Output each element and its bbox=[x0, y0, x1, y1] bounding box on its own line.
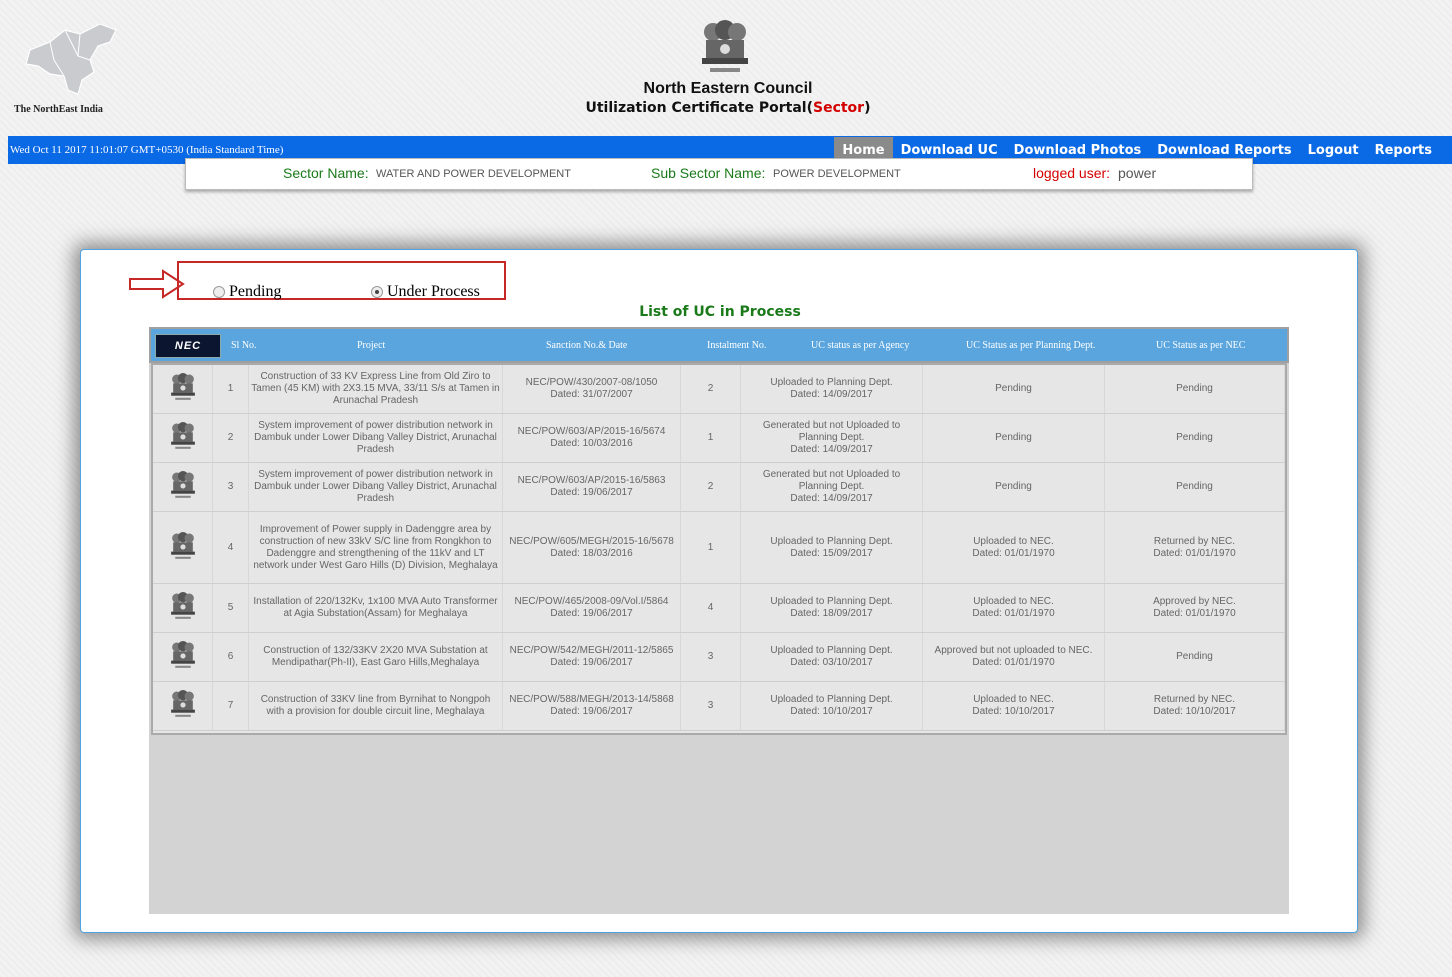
col-project: Project bbox=[357, 340, 386, 351]
cell-planning: Uploaded to NEC. Dated: 01/01/1970 bbox=[923, 584, 1105, 632]
cell-planning: Pending bbox=[923, 463, 1105, 511]
cell-planning: Pending bbox=[923, 365, 1105, 413]
radio-under-process[interactable]: Under Process bbox=[371, 283, 480, 301]
cell-sl: 1 bbox=[213, 365, 249, 413]
cell-nec: Returned by NEC. Dated: 01/01/1970 bbox=[1105, 512, 1285, 583]
col-agency-status: UC status as per Agency bbox=[811, 340, 910, 351]
subsector-label: Sub Sector Name: bbox=[651, 165, 766, 181]
cell-project: System improvement of power distribution… bbox=[249, 414, 503, 462]
cell-sanction: NEC/POW/542/MEGH/2011-12/5865 Dated: 19/… bbox=[503, 633, 681, 681]
row-emblem-icon bbox=[153, 365, 213, 413]
cell-sl: 2 bbox=[213, 414, 249, 462]
cell-nec: Returned by NEC. Dated: 10/10/2017 bbox=[1105, 682, 1285, 730]
cell-planning: Uploaded to NEC. Dated: 10/10/2017 bbox=[923, 682, 1105, 730]
subsector-value: POWER DEVELOPMENT bbox=[773, 168, 901, 180]
col-instalment: Instalment No. bbox=[707, 340, 767, 351]
page-title: North Eastern Council bbox=[643, 80, 813, 97]
national-emblem-icon bbox=[702, 20, 748, 72]
radio-under-process-input[interactable] bbox=[371, 286, 383, 298]
cell-sanction: NEC/POW/430/2007-08/1050 Dated: 31/07/20… bbox=[503, 365, 681, 413]
table-body: 1 Construction of 33 KV Express Line from… bbox=[151, 363, 1287, 735]
cell-project: Improvement of Power supply in Dadenggre… bbox=[249, 512, 503, 583]
table-row: 6 Construction of 132/33KV 2X20 MVA Subst… bbox=[153, 633, 1285, 682]
table-row: 7 Construction of 33KV line from Byrnihat… bbox=[153, 682, 1285, 731]
row-emblem-icon bbox=[153, 682, 213, 730]
uc-table: NEC Sl No. Project Sanction No.& Date In… bbox=[149, 327, 1289, 914]
col-sanction: Sanction No.& Date bbox=[546, 340, 628, 351]
cell-agency: Uploaded to Planning Dept. Dated: 14/09/… bbox=[741, 365, 923, 413]
cell-agency: Uploaded to Planning Dept. Dated: 03/10/… bbox=[741, 633, 923, 681]
radio-pending[interactable]: Pending bbox=[213, 283, 281, 301]
northeast-logo: The NorthEast India bbox=[12, 20, 122, 120]
cell-instalment: 3 bbox=[681, 682, 741, 730]
cell-planning: Approved but not uploaded to NEC. Dated:… bbox=[923, 633, 1105, 681]
cell-project: Construction of 33KV line from Byrnihat … bbox=[249, 682, 503, 730]
cell-sanction: NEC/POW/605/MEGH/2015-16/5678 Dated: 18/… bbox=[503, 512, 681, 583]
cell-sl: 6 bbox=[213, 633, 249, 681]
table-row: 4 Improvement of Power supply in Dadenggr… bbox=[153, 512, 1285, 584]
cell-agency: Uploaded to Planning Dept. Dated: 15/09/… bbox=[741, 512, 923, 583]
cell-project: Construction of 33 KV Express Line from … bbox=[249, 365, 503, 413]
sector-label: Sector Name: bbox=[283, 165, 369, 181]
row-emblem-icon bbox=[153, 584, 213, 632]
row-emblem-icon bbox=[153, 512, 213, 583]
cell-sl: 4 bbox=[213, 512, 249, 583]
sector-info-bar: Sector Name: WATER AND POWER DEVELOPMENT… bbox=[185, 158, 1253, 190]
cell-sanction: NEC/POW/603/AP/2015-16/5674 Dated: 10/03… bbox=[503, 414, 681, 462]
cell-project: Installation of 220/132Kv, 1x100 MVA Aut… bbox=[249, 584, 503, 632]
cell-planning: Uploaded to NEC. Dated: 01/01/1970 bbox=[923, 512, 1105, 583]
logo-caption: The NorthEast India bbox=[14, 104, 103, 115]
cell-agency: Generated but not Uploaded to Planning D… bbox=[741, 414, 923, 462]
cell-sl: 7 bbox=[213, 682, 249, 730]
datetime-display: Wed Oct 11 2017 11:01:07 GMT+0530 (India… bbox=[10, 144, 284, 156]
table-header: NEC Sl No. Project Sanction No.& Date In… bbox=[149, 327, 1289, 363]
cell-instalment: 3 bbox=[681, 633, 741, 681]
table-row: 5 Installation of 220/132Kv, 1x100 MVA Au… bbox=[153, 584, 1285, 633]
cell-instalment: 4 bbox=[681, 584, 741, 632]
cell-sanction: NEC/POW/603/AP/2015-16/5863 Dated: 19/06… bbox=[503, 463, 681, 511]
col-sl-no: Sl No. bbox=[231, 340, 257, 351]
col-nec-status: UC Status as per NEC bbox=[1156, 340, 1246, 351]
cell-sanction: NEC/POW/465/2008-09/Vol.I/5864 Dated: 19… bbox=[503, 584, 681, 632]
nav-reports[interactable]: Reports bbox=[1367, 137, 1440, 164]
list-title: List of UC in Process bbox=[639, 304, 801, 320]
cell-agency: Uploaded to Planning Dept. Dated: 18/09/… bbox=[741, 584, 923, 632]
cell-nec: Pending bbox=[1105, 414, 1285, 462]
radio-pending-input[interactable] bbox=[213, 286, 225, 298]
row-emblem-icon bbox=[153, 414, 213, 462]
cell-sanction: NEC/POW/588/MEGH/2013-14/5868 Dated: 19/… bbox=[503, 682, 681, 730]
user-value: power bbox=[1118, 165, 1157, 181]
cell-instalment: 2 bbox=[681, 365, 741, 413]
cell-instalment: 1 bbox=[681, 512, 741, 583]
cell-sl: 5 bbox=[213, 584, 249, 632]
cell-planning: Pending bbox=[923, 414, 1105, 462]
northeast-map-icon bbox=[25, 23, 117, 95]
page-subtitle: Utilization Certificate Portal(Sector) bbox=[585, 100, 871, 116]
cell-project: Construction of 132/33KV 2X20 MVA Substa… bbox=[249, 633, 503, 681]
table-row: 1 Construction of 33 KV Express Line from… bbox=[153, 365, 1285, 414]
table-row: 3 System improvement of power distributio… bbox=[153, 463, 1285, 512]
cell-project: System improvement of power distribution… bbox=[249, 463, 503, 511]
radio-pending-label: Pending bbox=[229, 283, 282, 300]
cell-nec: Pending bbox=[1105, 633, 1285, 681]
cell-agency: Generated but not Uploaded to Planning D… bbox=[741, 463, 923, 511]
radio-under-process-label: Under Process bbox=[387, 283, 480, 300]
header: The NorthEast India North Eastern Counci… bbox=[8, 6, 1452, 136]
cell-instalment: 1 bbox=[681, 414, 741, 462]
sector-value: WATER AND POWER DEVELOPMENT bbox=[376, 168, 571, 180]
cell-nec: Pending bbox=[1105, 463, 1285, 511]
cell-instalment: 2 bbox=[681, 463, 741, 511]
nec-logo: NEC bbox=[155, 334, 221, 358]
table-row: 2 System improvement of power distributio… bbox=[153, 414, 1285, 463]
nav-logout[interactable]: Logout bbox=[1300, 137, 1367, 164]
cell-nec: Pending bbox=[1105, 365, 1285, 413]
cell-sl: 3 bbox=[213, 463, 249, 511]
cell-nec: Approved by NEC. Dated: 01/01/1970 bbox=[1105, 584, 1285, 632]
col-planning-status: UC Status as per Planning Dept. bbox=[966, 340, 1096, 351]
row-emblem-icon bbox=[153, 633, 213, 681]
user-label: logged user: bbox=[1033, 165, 1111, 181]
cell-agency: Uploaded to Planning Dept. Dated: 10/10/… bbox=[741, 682, 923, 730]
row-emblem-icon bbox=[153, 463, 213, 511]
